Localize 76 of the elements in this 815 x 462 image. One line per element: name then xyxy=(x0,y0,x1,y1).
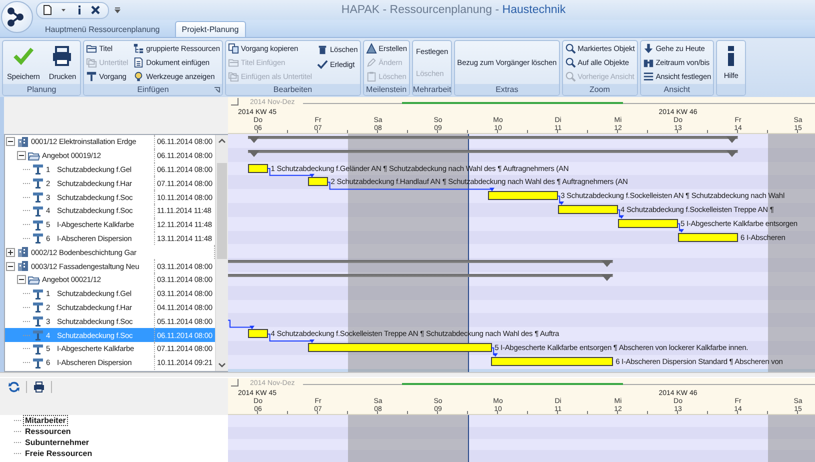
folder-icon xyxy=(228,57,239,68)
tool-icon xyxy=(32,232,44,244)
expander-icon[interactable] xyxy=(17,275,26,284)
tool-icon xyxy=(32,329,44,342)
group-label: Planung xyxy=(26,85,56,94)
hierarchy-icon xyxy=(133,43,144,54)
group-label: Bearbeiten xyxy=(273,85,312,94)
corner-mark-icon xyxy=(231,98,239,106)
info-icon xyxy=(728,46,734,66)
resource-category[interactable]: Subunternehmer xyxy=(23,437,92,448)
tool-icon xyxy=(32,204,44,217)
copy-icon xyxy=(228,43,239,54)
folder-icon xyxy=(86,43,98,54)
tool-icon xyxy=(32,177,44,190)
resource-category[interactable]: Mitarbeiter xyxy=(23,415,68,426)
trash-icon xyxy=(316,44,328,55)
expander-icon[interactable] xyxy=(6,262,15,271)
stacked-folders-icon xyxy=(228,70,239,82)
scroll-thumb[interactable] xyxy=(217,163,227,259)
printer-icon xyxy=(51,44,74,66)
document-icon xyxy=(133,57,144,68)
resource-category[interactable]: Freie Ressourcen xyxy=(23,448,94,459)
group-label-bar xyxy=(717,84,746,95)
expander-icon[interactable] xyxy=(6,248,15,257)
document-title: Haustechnik xyxy=(502,4,566,16)
customize-caret-icon[interactable] xyxy=(113,5,122,15)
task-bar[interactable] xyxy=(488,191,558,200)
building-icon xyxy=(17,260,29,272)
zoom-icon xyxy=(564,57,576,68)
tool-icon xyxy=(32,342,44,355)
ribbon-tab[interactable]: Hauptmenü Ressourcenplanung xyxy=(38,21,167,37)
new-document-icon[interactable] xyxy=(43,5,52,15)
zoom-icon xyxy=(564,43,576,54)
tool-icon xyxy=(32,163,44,176)
zoom-icon xyxy=(564,70,576,82)
group-label: Extras xyxy=(496,85,518,94)
resource-category[interactable]: Ressourcen xyxy=(23,426,73,437)
dependency-arrow xyxy=(228,320,254,330)
tool-icon xyxy=(32,301,44,314)
close-icon[interactable] xyxy=(91,5,100,15)
expander-icon[interactable] xyxy=(17,151,26,160)
dialog-launcher-icon[interactable] xyxy=(214,87,220,93)
binoculars-icon xyxy=(642,57,654,68)
corner-mark-icon xyxy=(231,379,239,387)
task-bar[interactable] xyxy=(308,177,328,186)
scrollbar[interactable] xyxy=(215,135,228,371)
folder-icon xyxy=(28,150,40,162)
clipboard-icon xyxy=(366,70,377,82)
window-title: HAPAK - Ressourcenplanung - xyxy=(341,4,500,16)
check-icon xyxy=(316,59,328,70)
edit-icon xyxy=(366,57,377,68)
group-label: Einfügen xyxy=(137,85,169,94)
arrow-down-icon xyxy=(642,43,654,54)
task-bar[interactable] xyxy=(248,329,268,338)
building-icon xyxy=(17,246,29,258)
group-label: Meilenstein xyxy=(366,85,407,94)
stacked-folders-icon xyxy=(86,57,98,68)
tool-icon xyxy=(32,356,44,369)
ribbon-tab[interactable]: Projekt-Planung xyxy=(174,21,246,37)
triangle-icon xyxy=(366,43,377,54)
summary-bar[interactable] xyxy=(248,136,738,144)
tool-icon xyxy=(32,315,44,328)
tool-icon xyxy=(32,218,44,231)
tool-icon xyxy=(32,191,44,204)
today-line xyxy=(468,415,469,462)
group-label: Mehrarbeit xyxy=(412,85,452,94)
menu-icon xyxy=(642,70,654,82)
printer-icon[interactable] xyxy=(33,381,45,393)
group-label: Ansicht xyxy=(664,85,690,94)
tool-icon xyxy=(86,70,98,82)
expander-icon[interactable] xyxy=(6,137,15,146)
refresh-icon[interactable] xyxy=(8,381,20,393)
lightbulb-icon xyxy=(133,70,144,82)
group-label: Zoom xyxy=(589,85,610,94)
folder-icon xyxy=(28,274,40,286)
tool-icon xyxy=(32,288,44,300)
